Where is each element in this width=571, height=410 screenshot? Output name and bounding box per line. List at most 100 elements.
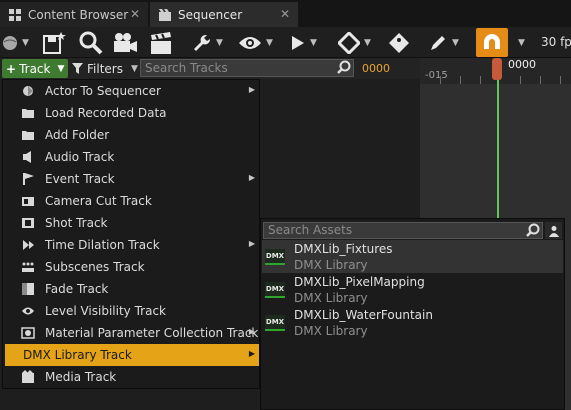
frame-rate-display[interactable]: 30 fp (541, 35, 571, 49)
menu-item-media-track[interactable]: Media Track (3, 366, 259, 388)
render-movie-button[interactable] (112, 29, 138, 56)
asset-name: DMXLib_WaterFountain (294, 308, 433, 322)
menu-item-label: Shot Track (45, 216, 108, 230)
menu-item-fade-track[interactable]: Fade Track (3, 278, 259, 300)
folder-icon (22, 131, 34, 140)
key-options-dropdown[interactable]: ▼ (338, 29, 371, 56)
menu-item-label: Media Track (45, 370, 117, 384)
search-icon (337, 60, 351, 74)
asset-item[interactable]: DMX DMXLib_WaterFountain DMX Library (262, 306, 563, 339)
wrench-icon (194, 34, 211, 51)
chevron-down-icon: ▼ (310, 37, 317, 48)
search-tracks-input[interactable]: Search Tracks (140, 59, 354, 77)
asset-name: DMXLib_PixelMapping (294, 275, 425, 289)
asset-type: DMX Library (294, 324, 368, 338)
tab-content-browser[interactable]: Content Browser ✕ (0, 2, 148, 27)
filters-button[interactable]: Filters ▼ (72, 59, 138, 78)
menu-item-label: Fade Track (45, 282, 109, 296)
globe-icon (3, 35, 17, 50)
add-track-label: Track (19, 61, 51, 76)
speaker-icon (23, 151, 31, 163)
snapping-toggle-button[interactable] (476, 28, 508, 57)
tab-label: Sequencer (178, 7, 243, 22)
movie-camera-icon (114, 32, 137, 52)
close-icon[interactable]: ✕ (280, 7, 290, 21)
view-options-dropdown[interactable]: ▼ (238, 29, 273, 56)
ruler-tick (480, 76, 481, 84)
edit-options-dropdown[interactable]: ▼ (428, 29, 459, 56)
sequencer-icon (159, 8, 171, 21)
media-icon (22, 370, 34, 383)
menu-item-time-dilation-track[interactable]: Time Dilation Track ▶ (3, 234, 259, 256)
menu-item-shot-track[interactable]: Shot Track (3, 212, 259, 234)
menu-item-label: Add Folder (45, 128, 110, 142)
film-icon (22, 218, 34, 228)
chevron-right-icon: ▶ (248, 327, 255, 336)
ruler-tick (520, 76, 521, 84)
world-button[interactable]: ▼ (2, 29, 29, 56)
asset-item[interactable]: DMX DMXLib_PixelMapping DMX Library (262, 273, 563, 306)
chevron-right-icon: ▶ (248, 85, 255, 94)
plus-icon: + (6, 61, 17, 76)
menu-item-dmx-library-track[interactable]: DMX Library Track ▶ (5, 344, 259, 366)
tab-label: Content Browser (28, 7, 129, 22)
clapperboard-icon (151, 31, 171, 54)
chevron-right-icon: ▶ (248, 349, 255, 358)
dots-grid-icon (22, 262, 34, 272)
menu-item-add-folder[interactable]: Add Folder (3, 124, 259, 146)
auto-key-button[interactable] (388, 29, 410, 56)
keyframe-icon (338, 31, 360, 54)
dmx-asset-icon: DMX (265, 249, 285, 265)
play-icon (292, 35, 304, 50)
create-camera-button[interactable] (150, 29, 172, 56)
search-assets-placeholder: Search Assets (268, 223, 353, 237)
ruler-label: -015 (425, 70, 448, 81)
dmx-library-submenu: Search Assets DMX DMXLib_Fixtures DMX Li… (260, 218, 565, 410)
dmx-asset-icon: DMX (265, 282, 285, 298)
menu-item-audio-track[interactable]: Audio Track (3, 146, 259, 168)
menu-item-label: Load Recorded Data (45, 106, 167, 120)
save-sequence-button[interactable] (42, 29, 66, 56)
playback-options-dropdown[interactable]: ▼ (290, 29, 317, 56)
menu-item-label: DMX Library Track (23, 348, 132, 362)
asset-type: DMX Library (294, 258, 368, 272)
menu-item-event-track[interactable]: Event Track ▶ (3, 168, 259, 190)
snapping-options-dropdown[interactable]: ▼ (514, 29, 525, 56)
ruler-tick (540, 76, 541, 84)
ruler-tick (440, 76, 441, 84)
menu-item-load-recorded-data[interactable]: Load Recorded Data (3, 102, 259, 124)
magnet-icon (484, 33, 500, 52)
eye-icon (22, 307, 34, 315)
asset-type: DMX Library (294, 291, 368, 305)
menu-item-camera-cut-track[interactable]: Camera Cut Track (3, 190, 259, 212)
chevron-down-icon: ▼ (130, 63, 138, 74)
current-time-field[interactable]: 0000 (362, 62, 390, 75)
menu-item-label: Actor To Sequencer (45, 84, 161, 98)
search-assets-input[interactable]: Search Assets (263, 222, 543, 239)
chevron-right-icon: ▶ (248, 239, 255, 248)
chevron-down-icon: ▼ (364, 37, 371, 48)
find-button[interactable] (79, 29, 103, 56)
menu-item-material-parameter-collection-track[interactable]: Material Parameter Collection Track ▶ (3, 322, 259, 344)
tab-bar: Content Browser ✕ Sequencer ✕ (0, 0, 571, 27)
dmx-asset-icon: DMX (265, 315, 285, 331)
camera-cut-icon (22, 197, 34, 206)
tools-dropdown[interactable]: ▼ (192, 29, 223, 56)
funnel-icon (72, 63, 83, 74)
menu-item-actor-to-sequencer[interactable]: Actor To Sequencer ▶ (3, 80, 259, 102)
add-track-button[interactable]: + Track ▼ (2, 59, 68, 78)
chevron-down-icon: ▼ (216, 37, 223, 48)
menu-item-subscenes-track[interactable]: Subscenes Track (3, 256, 259, 278)
pencil-icon (431, 35, 445, 50)
playhead-label: 0000 (508, 58, 536, 71)
view-options-button[interactable] (545, 222, 562, 239)
playhead-handle[interactable] (492, 58, 502, 80)
ruler-tick (560, 76, 561, 84)
menu-item-level-visibility-track[interactable]: Level Visibility Track (3, 300, 259, 322)
chevron-down-icon: ▼ (452, 37, 459, 48)
key-tag-icon (389, 32, 409, 53)
chevron-down-icon: ▼ (57, 63, 65, 74)
close-icon[interactable]: ✕ (130, 7, 140, 21)
asset-item[interactable]: DMX DMXLib_Fixtures DMX Library (262, 240, 563, 273)
tab-sequencer[interactable]: Sequencer ✕ (150, 2, 298, 27)
